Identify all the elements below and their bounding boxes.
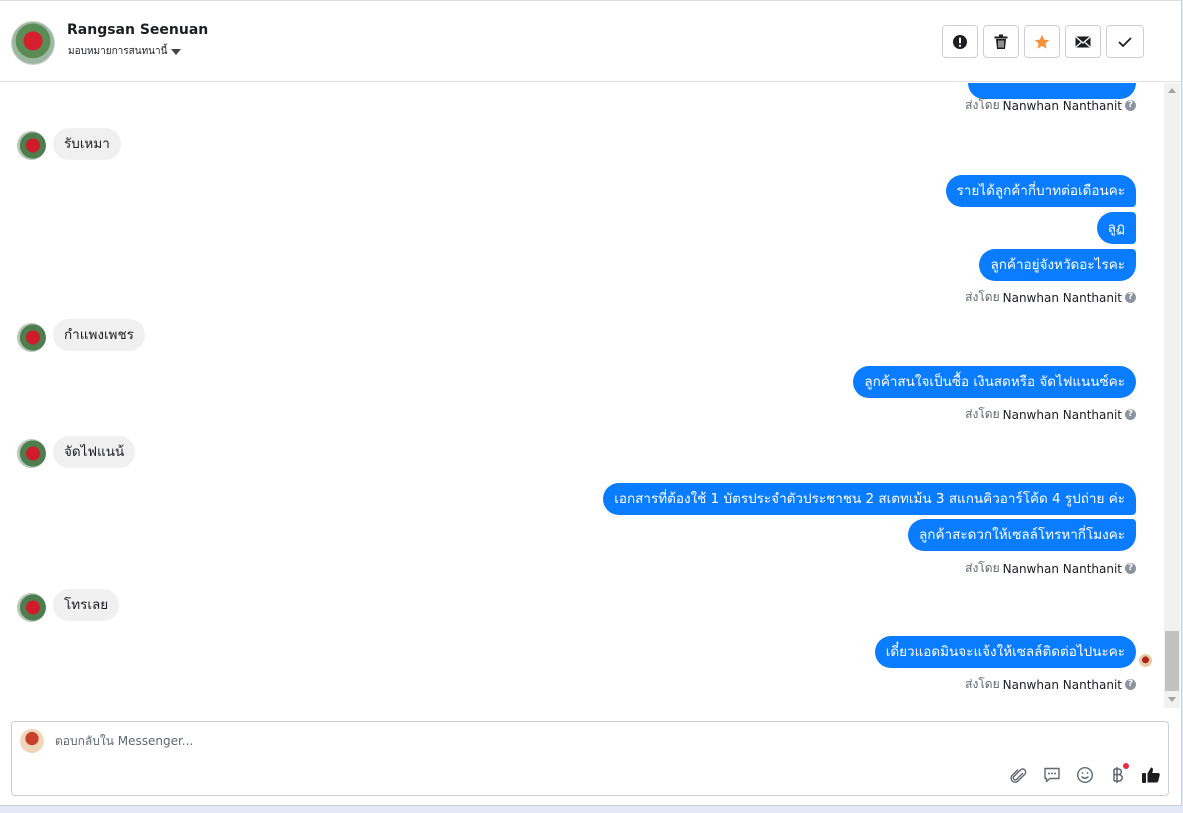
message-bubble-outgoing[interactable]: รายได้ลูกค้ากี่บาทต่อเดือนคะ bbox=[945, 175, 1136, 207]
message-thread[interactable]: ส่งโดย Nanwhan Nanthanit ? รับเหมา รายได… bbox=[0, 83, 1163, 708]
avatar[interactable] bbox=[11, 21, 55, 65]
header-actions bbox=[942, 25, 1144, 58]
message-bubble-incoming[interactable]: รับเหมา bbox=[53, 128, 121, 160]
message-bubble-outgoing[interactable]: เอกสารที่ต้องใช้ 1 บัตรประจำตัวประชาชน 2… bbox=[603, 483, 1136, 515]
sent-by-label: ส่งโดย Nanwhan Nanthanit ? bbox=[965, 96, 1136, 115]
contact-name[interactable]: Rangsan Seenuan bbox=[67, 22, 208, 38]
sent-by-label: ส่งโดย Nanwhan Nanthanit ? bbox=[965, 288, 1136, 307]
star-button[interactable] bbox=[1024, 25, 1060, 58]
mark-unread-button[interactable] bbox=[1065, 25, 1101, 58]
help-icon[interactable]: ? bbox=[1125, 100, 1136, 111]
help-icon[interactable]: ? bbox=[1125, 409, 1136, 420]
message-bubble-outgoing[interactable]: ลูกค้าสะดวกให้เซลล์โทรหากี่โมงคะ bbox=[908, 519, 1136, 551]
help-icon[interactable]: ? bbox=[1125, 563, 1136, 574]
help-icon[interactable]: ? bbox=[1125, 679, 1136, 690]
thread-scrollbar[interactable] bbox=[1164, 83, 1180, 708]
conversation-header: Rangsan Seenuan มอบหมายการสนทนานี้ bbox=[0, 0, 1181, 82]
inbox-conversation-panel: Rangsan Seenuan มอบหมายการสนทนานี้ ส่งโด… bbox=[0, 0, 1182, 806]
mark-done-button[interactable] bbox=[1106, 25, 1144, 58]
assign-conversation-dropdown[interactable]: มอบหมายการสนทนานี้ bbox=[68, 44, 182, 59]
composer-tools bbox=[1009, 763, 1161, 785]
avatar bbox=[20, 729, 44, 753]
avatar bbox=[17, 593, 46, 622]
scroll-up-arrow[interactable] bbox=[1168, 88, 1176, 93]
avatar bbox=[17, 131, 46, 160]
thumbs-up-icon bbox=[1142, 767, 1160, 783]
message-bubble-incoming[interactable]: จัดไฟแนน้ bbox=[53, 436, 136, 468]
message-bubble-outgoing[interactable]: ลูกค้าอยู่จังหวัดอะไรคะ bbox=[979, 249, 1136, 281]
scroll-thumb[interactable] bbox=[1165, 631, 1179, 691]
message-bubble-incoming[interactable]: โทรเลย bbox=[53, 589, 120, 621]
trash-icon bbox=[994, 34, 1008, 49]
star-icon bbox=[1034, 34, 1050, 49]
notification-dot bbox=[1123, 763, 1129, 769]
sent-by-label: ส่งโดย Nanwhan Nanthanit ? bbox=[965, 675, 1136, 694]
paperclip-icon bbox=[1010, 768, 1027, 783]
message-bubble-outgoing[interactable]: ลูกค้าสนใจเป็นซื้อ เงินสดหรือ จัดไฟแนนซ์… bbox=[853, 366, 1136, 398]
help-icon[interactable]: ? bbox=[1125, 292, 1136, 303]
report-button[interactable] bbox=[942, 25, 978, 58]
chat-bubble-icon bbox=[1044, 767, 1060, 783]
message-bubble-outgoing[interactable]: ลูฏ bbox=[1096, 212, 1136, 244]
check-icon bbox=[1118, 36, 1132, 47]
delete-button[interactable] bbox=[983, 25, 1019, 58]
attach-button[interactable] bbox=[1009, 765, 1029, 785]
baht-icon bbox=[1113, 767, 1123, 783]
avatar bbox=[17, 439, 46, 468]
reply-input[interactable] bbox=[55, 734, 955, 748]
message-bubble-incoming[interactable]: กำแพงเพชร bbox=[53, 319, 145, 351]
smiley-icon bbox=[1076, 766, 1094, 784]
caret-down-icon bbox=[171, 49, 182, 55]
emoji-button[interactable] bbox=[1075, 765, 1095, 785]
assign-label: มอบหมายการสนทนานี้ bbox=[68, 46, 168, 57]
scroll-down-arrow[interactable] bbox=[1168, 697, 1176, 702]
exclamation-icon bbox=[953, 34, 967, 49]
like-button[interactable] bbox=[1141, 765, 1161, 785]
sent-by-label: ส่งโดย Nanwhan Nanthanit ? bbox=[965, 405, 1136, 424]
envelope-icon bbox=[1075, 35, 1091, 47]
sent-by-label: ส่งโดย Nanwhan Nanthanit ? bbox=[965, 559, 1136, 578]
saved-replies-button[interactable] bbox=[1042, 765, 1062, 785]
reply-composer bbox=[11, 721, 1169, 796]
message-bubble-outgoing[interactable]: เดี๋ยวแอดมินจะแจ้งให้เซลล์ติดต่อไปนะคะ bbox=[874, 636, 1136, 668]
payment-button[interactable] bbox=[1108, 763, 1129, 785]
avatar bbox=[17, 323, 46, 352]
seen-avatar bbox=[1139, 654, 1152, 667]
